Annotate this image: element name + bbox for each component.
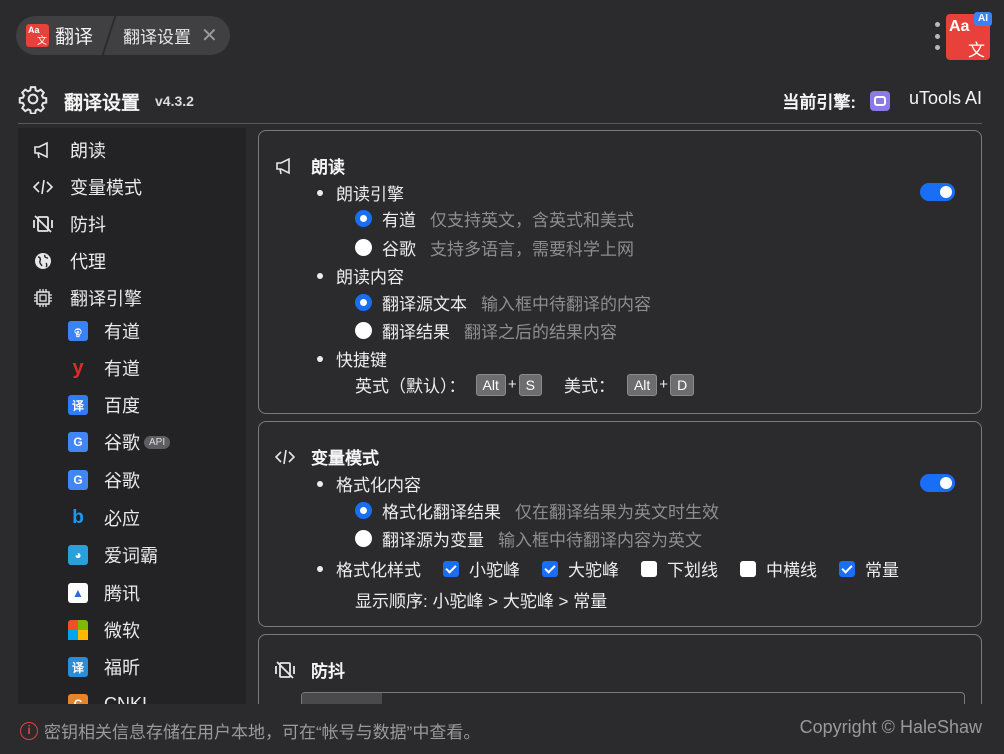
chip-icon	[32, 287, 54, 309]
read-panel-header: 朗读	[275, 153, 345, 178]
read-panel-title: 朗读	[311, 158, 345, 177]
api-badge: API	[144, 435, 171, 449]
more-menu-icon[interactable]	[934, 22, 940, 50]
ai-badge: AI	[974, 12, 992, 26]
sidebar-engine-google[interactable]: G 谷歌	[68, 465, 140, 495]
format-option-result[interactable]: 格式化翻译结果 仅在翻译结果为英文时生效	[355, 498, 719, 523]
bing-icon: b	[72, 507, 84, 528]
sidebar-engine-google-api[interactable]: G 谷歌 API	[68, 427, 171, 457]
radio-button[interactable]	[355, 294, 372, 311]
read-engine-toggle[interactable]	[920, 183, 955, 201]
checkbox-hyphen[interactable]	[740, 560, 756, 577]
sidebar-engine-cnki[interactable]: C CNKI	[68, 689, 147, 704]
megaphone-icon	[32, 139, 54, 161]
gear-icon	[18, 86, 48, 114]
format-style-row: 格式化样式 小驼峰 大驼峰 下划线 中横线 常量	[317, 556, 899, 581]
foxit-icon: 译	[68, 657, 88, 677]
iciba-icon: ◕	[68, 545, 88, 565]
settings-header: 翻译设置 v4.3.2 当前引擎: uTools AI	[18, 82, 982, 124]
sidebar-item-debounce[interactable]: 防抖	[32, 209, 106, 239]
read-content-option-source[interactable]: 翻译源文本 输入框中待翻译的内容	[355, 290, 651, 315]
globe-icon	[32, 250, 54, 272]
tencent-icon: ▲	[68, 583, 88, 603]
sidebar-item-variable-mode[interactable]: 变量模式	[32, 172, 142, 202]
cnki-icon: C	[68, 694, 88, 704]
variable-panel-title: 变量模式	[311, 449, 379, 468]
format-content-label: 格式化内容	[317, 471, 421, 496]
sidebar-engine-iciba[interactable]: ◕ 爱词霸	[68, 540, 158, 570]
variable-mode-panel: 变量模式 格式化内容 格式化翻译结果 仅在翻译结果为英文时生效 翻译源为变量 输…	[258, 421, 982, 627]
read-engine-label: 朗读引擎	[317, 180, 404, 205]
read-content-option-result[interactable]: 翻译结果 翻译之后的结果内容	[355, 318, 617, 343]
hotkey-label: 快捷键	[317, 346, 387, 371]
megaphone-icon	[275, 156, 297, 176]
copyright[interactable]: Copyright © HaleShaw	[800, 717, 982, 738]
vibration-off-icon	[32, 213, 54, 235]
sidebar-item-read[interactable]: 朗读	[32, 135, 106, 165]
youdao-icon: y	[72, 356, 84, 379]
radio-button[interactable]	[355, 239, 372, 256]
variable-panel-header: 变量模式	[275, 444, 379, 469]
sidebar: 朗读 变量模式 防抖 代理 翻译引擎 ඉ 有道 y 有道 译 百度 G 谷歌 A…	[18, 128, 246, 704]
hotkey-row: 英式（默认）： Alt + S 美式： Alt + D	[355, 372, 695, 397]
radio-button[interactable]	[355, 502, 372, 519]
microsoft-icon	[68, 620, 88, 640]
footer: i 密钥相关信息存储在用户本地，可在“帐号与数据”中查看。 Copyright …	[0, 704, 1004, 754]
title-bar: Aa 文 翻译 翻译设置 ✕ Aa 文 AI	[0, 0, 1004, 72]
version-label: v4.3.2	[155, 93, 194, 109]
checkbox-underscore[interactable]	[641, 560, 657, 577]
code-icon	[275, 447, 297, 467]
key-s[interactable]: S	[518, 373, 542, 396]
sidebar-engine-bing[interactable]: b 必应	[68, 503, 140, 533]
sidebar-engine-tencent[interactable]: ▲ 腾讯	[68, 578, 140, 608]
radio-button[interactable]	[355, 530, 372, 547]
tab-separator	[103, 16, 115, 55]
sidebar-item-engines[interactable]: 翻译引擎	[32, 283, 142, 313]
read-engine-option-google[interactable]: 谷歌 支持多语言，需要科学上网	[355, 235, 634, 260]
page-title: 翻译设置	[64, 93, 141, 114]
read-settings-panel: 朗读 朗读引擎 有道 仅支持英文，含英式和美式 谷歌 支持多语言，需要科学上网 …	[258, 130, 982, 414]
sidebar-item-proxy[interactable]: 代理	[32, 246, 106, 276]
hotkey-us-label: 美式：	[563, 377, 615, 396]
radio-button[interactable]	[355, 210, 372, 227]
translate-logo-icon: Aa 文	[26, 24, 49, 47]
app-logo-icon[interactable]: Aa 文 AI	[946, 12, 992, 60]
hotkey-en-label: 英式（默认）：	[355, 377, 466, 396]
debounce-panel-header: 防抖	[275, 657, 345, 682]
sidebar-engine-youdao-ai[interactable]: ඉ 有道	[68, 316, 140, 346]
sidebar-engine-microsoft[interactable]: 微软	[68, 615, 140, 645]
checkbox-constant[interactable]	[839, 560, 855, 577]
sidebar-engine-youdao[interactable]: y 有道	[68, 353, 140, 383]
format-content-toggle[interactable]	[920, 474, 955, 492]
vibration-off-icon	[275, 660, 297, 680]
google-translate-icon: G	[68, 432, 88, 452]
sidebar-engine-foxit[interactable]: 译 福昕	[68, 652, 140, 682]
youdao-ai-icon: ඉ	[68, 321, 88, 341]
format-option-source[interactable]: 翻译源为变量 输入框中待翻译内容为英文	[355, 526, 702, 551]
info-icon: i	[20, 721, 38, 740]
tab-settings[interactable]: 翻译设置	[123, 23, 191, 48]
current-engine-name[interactable]: uTools AI	[909, 88, 982, 109]
robot-icon	[870, 91, 890, 111]
format-style-label: 格式化样式	[336, 561, 421, 580]
baidu-icon: 译	[68, 395, 88, 415]
read-engine-option-youdao[interactable]: 有道 仅支持英文，含英式和美式	[355, 206, 634, 231]
checkbox-lower-camel[interactable]	[443, 560, 459, 577]
storage-notice: i 密钥相关信息存储在用户本地，可在“帐号与数据”中查看。	[20, 718, 480, 743]
tab-translate[interactable]: 翻译	[55, 22, 93, 49]
debounce-panel-title: 防抖	[311, 662, 345, 681]
key-alt[interactable]: Alt	[626, 373, 658, 396]
read-content-label: 朗读内容	[317, 263, 404, 288]
key-d[interactable]: D	[670, 373, 695, 396]
google-translate-icon: G	[68, 470, 88, 490]
sidebar-engine-baidu[interactable]: 译 百度	[68, 390, 140, 420]
close-icon[interactable]: ✕	[201, 26, 218, 46]
radio-button[interactable]	[355, 322, 372, 339]
checkbox-upper-camel[interactable]	[542, 560, 558, 577]
code-icon	[32, 176, 54, 198]
current-engine-label: 当前引擎:	[782, 93, 856, 112]
key-alt[interactable]: Alt	[475, 373, 506, 396]
tab-group[interactable]: Aa 文 翻译 翻译设置 ✕	[16, 16, 230, 55]
display-order-text: 显示顺序: 小驼峰 > 大驼峰 > 常量	[355, 592, 608, 611]
